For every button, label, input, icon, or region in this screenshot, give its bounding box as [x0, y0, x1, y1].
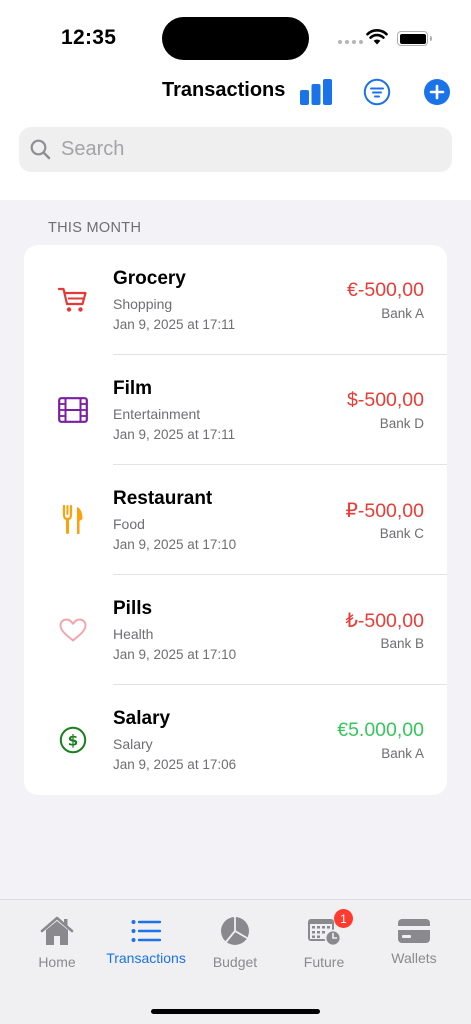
wallet-icon [397, 914, 431, 948]
tab-home[interactable]: Home [10, 914, 104, 970]
transaction-category: Health [113, 626, 154, 642]
transaction-category: Shopping [113, 296, 173, 312]
calendar-clock-icon: 1 [307, 909, 353, 948]
filter-button[interactable] [363, 78, 391, 106]
statistics-button[interactable] [299, 79, 333, 105]
tab-transactions[interactable]: Transactions [99, 914, 193, 966]
plus-circle-icon [424, 79, 450, 105]
dollar-circle-icon: $ [55, 725, 91, 755]
transaction-title: Film [113, 378, 153, 399]
cart-icon [55, 285, 91, 315]
tab-future[interactable]: 1 Future [277, 909, 371, 970]
pie-chart-icon [220, 914, 250, 948]
transaction-row[interactable]: Film Entertainment Jan 9, 2025 at 17:11 … [24, 355, 447, 465]
search-input[interactable] [61, 138, 441, 161]
page-title: Transactions [162, 79, 286, 101]
transaction-bank: Bank A [381, 306, 424, 321]
fork-knife-icon [55, 505, 91, 535]
tab-label: Wallets [391, 950, 437, 966]
dynamic-island [162, 17, 309, 60]
transaction-title: Restaurant [113, 488, 213, 509]
transaction-amount: €-500,00 [347, 279, 424, 301]
search-icon [30, 139, 51, 160]
transaction-date: Jan 9, 2025 at 17:11 [113, 427, 236, 442]
transaction-row[interactable]: Restaurant Food Jan 9, 2025 at 17:10 ₽-5… [24, 465, 447, 575]
transaction-amount: ₽-500,00 [345, 500, 424, 522]
transaction-title: Grocery [113, 268, 186, 289]
search-bar[interactable] [19, 127, 452, 172]
transaction-category: Food [113, 516, 145, 532]
transaction-category: Entertainment [113, 406, 201, 422]
transaction-amount: ₺-500,00 [345, 610, 424, 632]
transaction-category: Salary [113, 736, 153, 752]
add-transaction-button[interactable] [424, 79, 450, 105]
transaction-date: Jan 9, 2025 at 17:10 [113, 537, 237, 552]
status-time: 12:35 [61, 26, 117, 49]
wifi-icon [366, 28, 388, 50]
bar-chart-icon [300, 79, 332, 105]
film-icon [55, 395, 91, 425]
notification-badge: 1 [334, 909, 353, 928]
tab-label: Budget [212, 954, 258, 970]
transaction-bank: Bank D [379, 416, 424, 431]
transaction-title: Salary [113, 708, 171, 729]
transaction-date: Jan 9, 2025 at 17:10 [113, 647, 237, 662]
tab-label: Future [303, 954, 345, 970]
tab-budget[interactable]: Budget [188, 914, 282, 970]
transaction-amount: $-500,00 [347, 389, 424, 411]
section-header: THIS MONTH [48, 220, 142, 236]
transaction-bank: Bank C [379, 526, 424, 541]
transaction-bank: Bank A [381, 746, 424, 761]
filter-icon [363, 78, 391, 106]
tab-label: Transactions [106, 950, 186, 966]
transaction-date: Jan 9, 2025 at 17:11 [113, 317, 236, 332]
tab-label: Home [38, 954, 76, 970]
list-icon [131, 914, 161, 948]
transaction-row[interactable]: $ Salary Salary Jan 9, 2025 at 17:06 €5.… [24, 685, 447, 795]
transaction-date: Jan 9, 2025 at 17:06 [113, 757, 237, 772]
tab-wallets[interactable]: Wallets [367, 914, 461, 966]
transaction-row[interactable]: Pills Health Jan 9, 2025 at 17:10 ₺-500,… [24, 575, 447, 685]
svg-text:$: $ [68, 732, 78, 750]
cellular-signal-icon [338, 40, 363, 44]
transaction-amount: €5.000,00 [337, 719, 424, 741]
tab-bar: Home Transactions Budget 1 Future Wallet… [0, 899, 471, 1024]
heart-icon [55, 615, 91, 645]
home-indicator [151, 1009, 320, 1014]
transaction-title: Pills [113, 598, 153, 619]
transaction-row[interactable]: Grocery Shopping Jan 9, 2025 at 17:11 €-… [24, 245, 447, 355]
house-icon [40, 914, 74, 948]
battery-icon [397, 31, 432, 46]
transactions-list: Grocery Shopping Jan 9, 2025 at 17:11 €-… [24, 245, 447, 795]
transaction-bank: Bank B [380, 636, 424, 651]
